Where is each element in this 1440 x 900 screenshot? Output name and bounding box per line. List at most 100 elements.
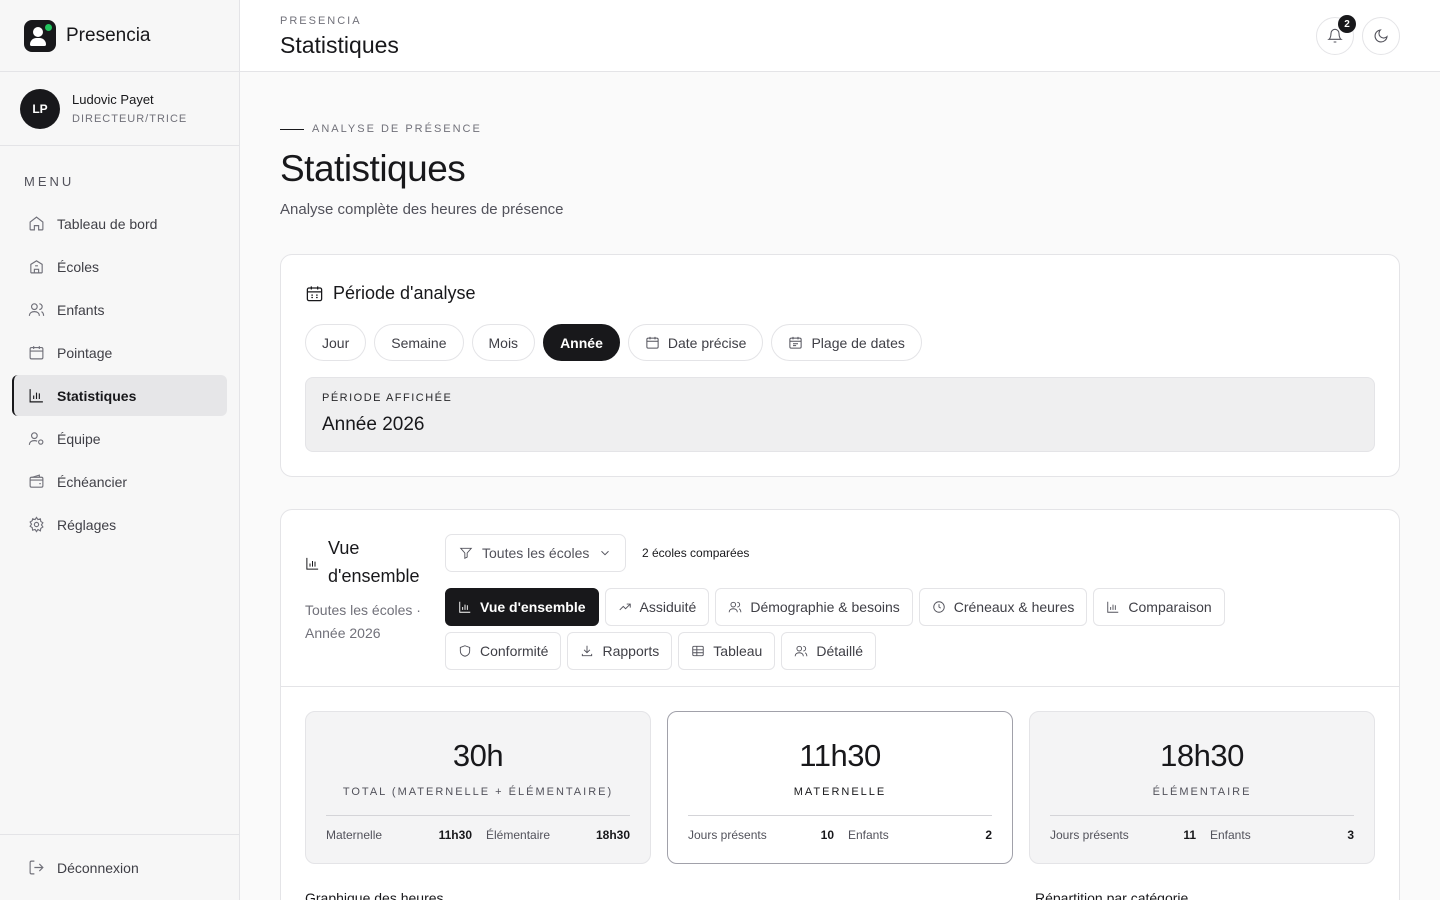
sidebar-nav: Tableau de bord Écoles Enfants Pointage …: [0, 203, 239, 545]
stat-number: 3: [1347, 828, 1354, 842]
period-option-semaine[interactable]: Semaine: [374, 324, 464, 361]
sidebar-item-label: Enfants: [57, 301, 105, 318]
sidebar-item-label: Écoles: [57, 258, 100, 275]
overview-header: Vue d'ensemble Toutes les écoles · Année…: [305, 534, 435, 645]
period-options: Jour Semaine Mois Année Date précise Pla…: [305, 324, 922, 361]
period-option-date-precise[interactable]: Date précise: [627, 324, 764, 361]
period-option-plage-de-dates[interactable]: Plage de dates: [771, 324, 922, 361]
stat-key: Enfants: [1210, 828, 1251, 842]
page-kicker: ANALYSE DE PRÉSENCE: [280, 123, 482, 135]
tab-vue-ensemble[interactable]: Vue d'ensemble: [445, 588, 599, 626]
sidebar-item-echeancier[interactable]: Échéancier: [12, 461, 227, 502]
stat-label: ÉLÉMENTAIRE: [1152, 786, 1252, 798]
period-option-jour[interactable]: Jour: [305, 324, 367, 361]
topbar-kicker: PRESENCIA: [280, 15, 362, 27]
sidebar-item-ecoles[interactable]: Écoles: [12, 246, 227, 287]
tab-label: Tableau: [713, 643, 763, 659]
notifications-button[interactable]: 2: [1316, 15, 1356, 55]
sidebar-item-equipe[interactable]: Équipe: [12, 418, 227, 459]
chevron-down-icon: [601, 550, 610, 556]
stat-key: Maternelle: [326, 828, 383, 842]
page-subtitle: Analyse complète des heures de présence: [280, 201, 564, 218]
download-icon: [582, 645, 593, 657]
period-option-annee[interactable]: Année: [543, 324, 620, 361]
period-header: Période d'analyse: [305, 283, 476, 304]
stat-key: Élémentaire: [486, 828, 551, 842]
displayed-period: PÉRIODE AFFICHÉE Année 2026: [305, 377, 1375, 452]
tab-comparaison[interactable]: Comparaison: [1093, 588, 1225, 626]
calendar-icon: [29, 346, 44, 360]
stat-card-elementaire: 18h30 ÉLÉMENTAIRE Jours présents 11 Enfan…: [1029, 711, 1375, 864]
sidebar-item-pointage[interactable]: Pointage: [12, 332, 227, 373]
sidebar-item-label: Statistiques: [57, 387, 137, 404]
tab-rapports[interactable]: Rapports: [567, 632, 673, 670]
stat-card-total: 30h TOTAL (MATERNELLE + ÉLÉMENTAIRE) Mat…: [305, 711, 651, 864]
app-logo-icon: [24, 19, 56, 52]
tab-label: Comparaison: [1128, 599, 1212, 615]
tab-tableau[interactable]: Tableau: [678, 632, 776, 670]
users-icon: [795, 645, 808, 657]
displayed-period-value: Année 2026: [322, 414, 425, 435]
users-icon: [729, 601, 742, 613]
tab-label: Assiduité: [639, 599, 697, 615]
sidebar-item-label: Échéancier: [57, 473, 128, 490]
stat-key: Jours présents: [1050, 828, 1129, 842]
sidebar-item-label: Réglages: [57, 516, 117, 533]
sidebar-item-reglages[interactable]: Réglages: [12, 504, 227, 545]
stat-number: 11h30: [438, 828, 472, 842]
tab-label: Détaillé: [816, 643, 864, 659]
sidebar-item-tableau-de-bord[interactable]: Tableau de bord: [12, 203, 227, 244]
displayed-period-label: PÉRIODE AFFICHÉE: [322, 392, 453, 404]
stat-details: Jours présents 11 Enfants 3: [1050, 828, 1354, 842]
stat-card-maternelle: 11h30 MATERNELLE Jours présents 10 Enfant…: [667, 711, 1013, 864]
category-breakdown-title: Répartition par catégorie: [1035, 890, 1189, 900]
stat-label: MATERNELLE: [793, 786, 887, 798]
stat-value: 11h30: [799, 738, 881, 773]
logout-button[interactable]: Déconnexion: [0, 834, 239, 900]
bar-chart-icon: [459, 601, 471, 613]
bar-chart-icon: [29, 389, 43, 403]
bar-chart-icon: [306, 557, 319, 570]
stat-number: 18h30: [595, 828, 630, 842]
tab-detaille[interactable]: Détaillé: [781, 632, 877, 670]
table-icon: [692, 645, 704, 657]
wallet-icon: [29, 474, 44, 488]
bar-chart-icon: [1107, 601, 1119, 613]
period-title: Période d'analyse: [333, 283, 476, 303]
stat-number: 11: [1183, 828, 1196, 842]
stat-details: Jours présents 10 Enfants 2: [688, 828, 992, 842]
user-name: Ludovic Payet: [72, 92, 154, 107]
period-option-mois[interactable]: Mois: [471, 324, 536, 361]
logout-label: Déconnexion: [57, 859, 139, 876]
sidebar-item-enfants[interactable]: Enfants: [12, 289, 227, 330]
school-filter-select[interactable]: Toutes les écoles: [445, 534, 627, 572]
stat-number: 2: [985, 828, 992, 842]
compared-count: 2 écoles comparées: [642, 546, 750, 560]
tab-conformite[interactable]: Conformité: [445, 632, 562, 670]
tab-demographie[interactable]: Démographie & besoins: [715, 588, 913, 626]
period-card: Période d'analyse Jour Semaine Mois Anné…: [280, 254, 1400, 477]
notification-badge: 2: [1338, 15, 1356, 33]
sidebar-item-label: Tableau de bord: [57, 215, 158, 232]
school-icon: [30, 260, 43, 274]
user-profile: LP Ludovic Payet DIRECTEUR/TRICE: [0, 72, 239, 146]
school-filter-value: Toutes les écoles: [482, 545, 590, 561]
sidebar-item-statistiques[interactable]: Statistiques: [12, 375, 227, 416]
overview-tabs: Vue d'ensemble Assiduité Démographie & b…: [445, 588, 1275, 670]
tab-creneaux[interactable]: Créneaux & heures: [918, 588, 1088, 626]
calendar-icon: [306, 286, 323, 302]
topbar-title: Statistiques: [280, 32, 399, 58]
overview-card: Vue d'ensemble Toutes les écoles · Année…: [280, 509, 1400, 900]
brand[interactable]: Presencia: [0, 0, 239, 72]
hours-chart-title: Graphique des heures: [305, 890, 444, 900]
trending-up-icon: [618, 603, 631, 611]
clock-icon: [933, 601, 945, 613]
users-icon: [28, 303, 45, 316]
sidebar: Presencia LP Ludovic Payet DIRECTEUR/TRI…: [0, 0, 240, 900]
theme-toggle-button[interactable]: [1362, 17, 1400, 55]
calendar-icon: [646, 336, 659, 349]
sidebar-item-label: Pointage: [57, 344, 113, 361]
tab-assiduite[interactable]: Assiduité: [604, 588, 710, 626]
moon-icon: [1374, 29, 1388, 43]
overview-subtitle: Toutes les écoles · Année 2026: [305, 602, 421, 641]
